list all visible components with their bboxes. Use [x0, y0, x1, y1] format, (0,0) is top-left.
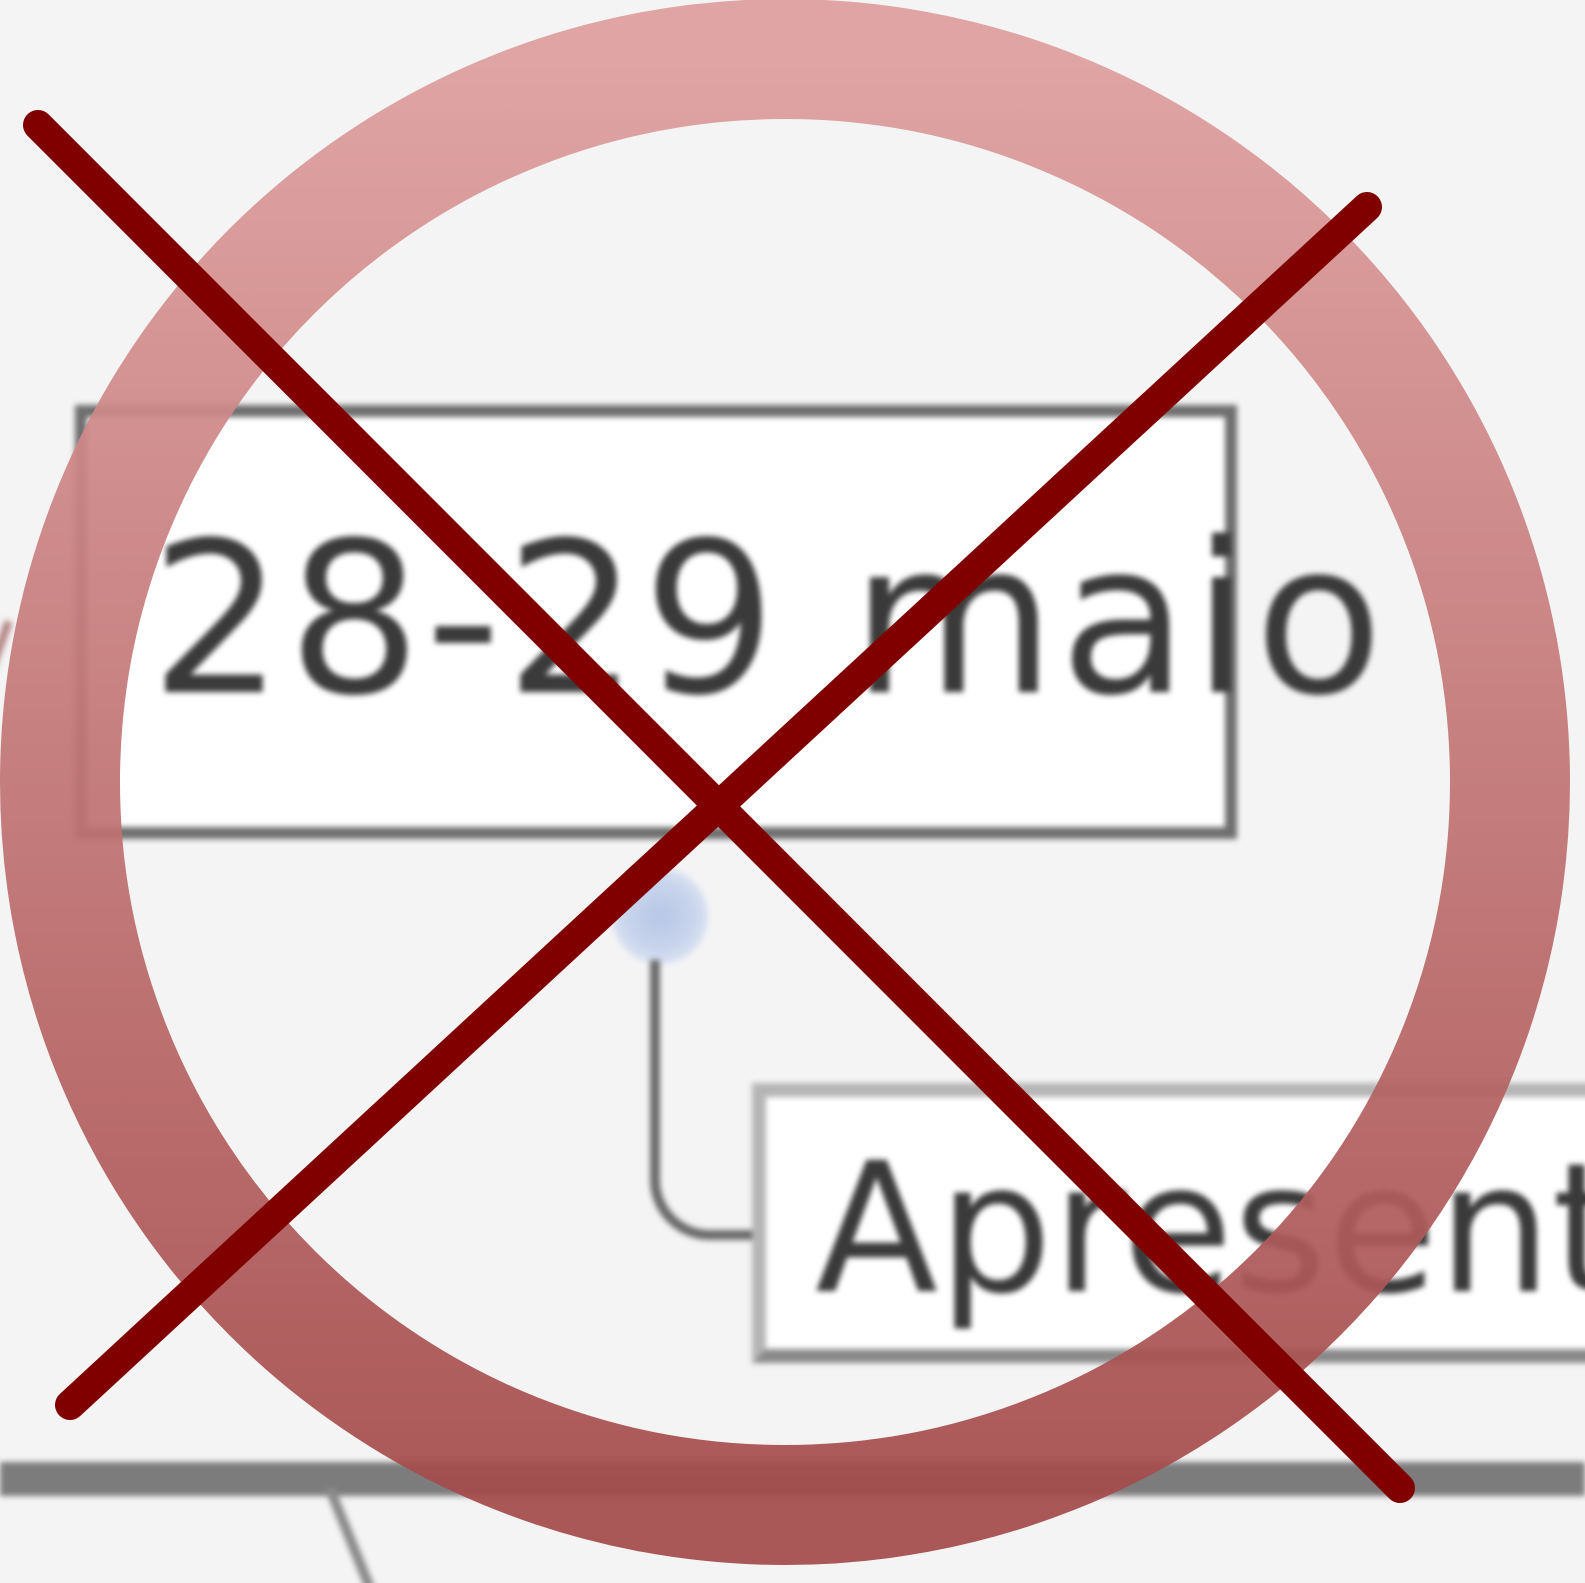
node-label: Apresentaç	[815, 1125, 1585, 1334]
connector-handle[interactable]	[612, 868, 708, 964]
timeline-view: 28-29 maio Apresentaç	[0, 0, 1585, 1583]
timeline-axis	[0, 1462, 1585, 1496]
screenshot-stage: 28-29 maio Apresentaç	[0, 0, 1585, 1583]
connector-line	[650, 960, 760, 1240]
edge-connector-line	[0, 620, 13, 830]
date-label: 28-29 maio	[150, 497, 1388, 742]
timeline-tick	[325, 1486, 376, 1583]
